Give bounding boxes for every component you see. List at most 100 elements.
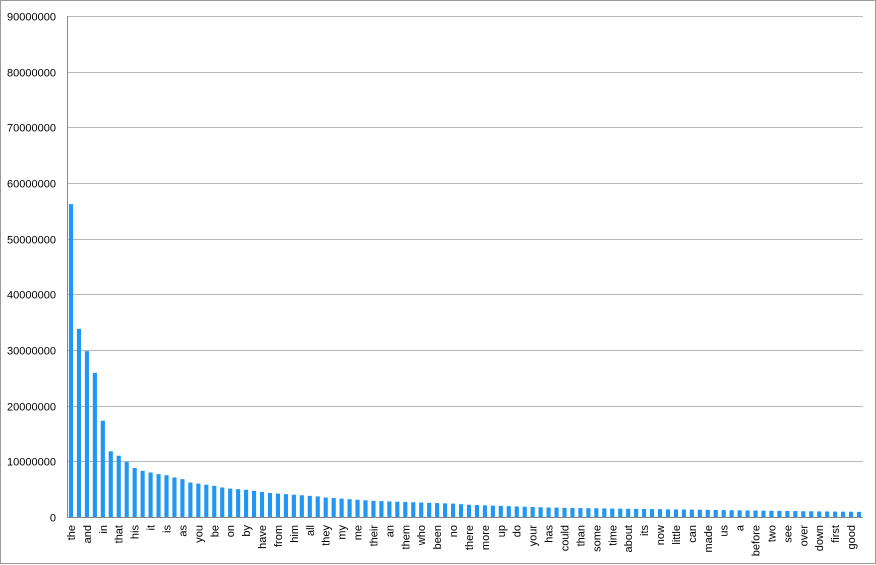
x-tick-label: him (289, 525, 301, 543)
bar-man (586, 508, 591, 517)
y-tick-label: 90000000 (7, 12, 56, 24)
bar-time (610, 508, 615, 517)
x-tick-label: could (560, 525, 572, 551)
bar-two (769, 510, 774, 517)
bar-must (745, 510, 750, 517)
bar-been (435, 503, 440, 517)
bar-about (626, 508, 631, 517)
bar-to (92, 372, 97, 517)
bar-no (450, 503, 456, 517)
bar-chart: 0 10000000 20000000 30000000 40000000 5000000… (7, 12, 863, 556)
bar-was (156, 474, 161, 517)
bar-this (299, 495, 304, 517)
x-tick-label: than (575, 525, 587, 546)
bar-great (793, 511, 798, 517)
bar-for (188, 482, 193, 517)
bar-upon (602, 508, 607, 517)
bar-other (649, 509, 655, 517)
x-tick-label: about (623, 525, 635, 553)
x-axis-tick-labels: the and in that his it is as you be on by have from hi… (66, 524, 858, 556)
bar-me (355, 499, 360, 517)
bar-a (108, 451, 113, 517)
bar-before (753, 510, 758, 517)
x-tick-label: my (337, 525, 349, 540)
x-tick-label: who (416, 525, 428, 546)
bar-but (220, 487, 225, 517)
bar-has (546, 507, 551, 517)
x-tick-label: do (512, 525, 524, 537)
chart-frame: 0 10000000 20000000 30000000 40000000 5000000… (0, 0, 876, 564)
bar-are (331, 498, 336, 517)
x-tick-label: us (719, 525, 731, 537)
x-tick-label: a (735, 524, 747, 531)
bar-or (395, 501, 400, 517)
bar-be (212, 485, 217, 517)
y-tick-label: 20000000 (7, 402, 56, 414)
bar-first (833, 511, 838, 517)
bar-said (474, 505, 480, 517)
bar-if (427, 502, 432, 517)
bar-out (538, 507, 543, 517)
x-tick-label: all (305, 525, 317, 536)
x-tick-label: it (146, 525, 158, 531)
bar-an (387, 501, 392, 517)
x-tick-label: its (639, 525, 651, 537)
y-tick-label: 0 (50, 513, 56, 525)
bar-they (323, 497, 328, 517)
x-tick-label: now (655, 525, 667, 545)
x-tick-label: they (321, 525, 333, 546)
bar-well (809, 511, 814, 517)
y-tick-label: 80000000 (7, 68, 56, 80)
bar-what (522, 506, 527, 517)
bar-by (244, 489, 249, 517)
axes (67, 16, 863, 518)
x-tick-label: have (257, 525, 269, 549)
x-tick-label: before (751, 525, 763, 556)
bar-made (705, 509, 710, 517)
bar-it (148, 472, 153, 517)
bar-over (801, 511, 806, 517)
bar-her (236, 489, 241, 517)
bar-them (403, 501, 408, 517)
y-tick-label: 70000000 (7, 123, 56, 135)
x-tick-label: an (384, 525, 396, 537)
x-tick-label: by (241, 525, 253, 537)
bar-I (124, 461, 129, 517)
bar-the (68, 204, 74, 517)
bar-only (618, 508, 623, 517)
x-tick-label: has (544, 525, 556, 543)
x-tick-label: is (162, 525, 174, 533)
bar-all (307, 495, 312, 517)
x-tick-label: no (448, 525, 460, 537)
bar-would (506, 506, 511, 517)
bar-little (673, 509, 679, 517)
bar-and (84, 351, 89, 517)
bar-his (132, 468, 137, 517)
bar-in (100, 420, 105, 517)
bar-so (363, 500, 368, 517)
bar-on (228, 488, 233, 517)
bar-may (681, 509, 686, 517)
bar-not (204, 484, 209, 517)
x-tick-label: see (782, 525, 794, 543)
bar-up (498, 505, 503, 517)
bar-him (291, 494, 296, 517)
y-axis-tick-labels: 0 10000000 20000000 30000000 40000000 5000000… (7, 12, 56, 525)
bar-from (275, 493, 281, 517)
bar-who (419, 502, 424, 517)
bar-can (689, 509, 694, 517)
bar-of (76, 328, 82, 517)
bar-some (594, 508, 599, 517)
bar-any (665, 509, 671, 517)
bar-do (514, 506, 519, 517)
bar-after (856, 511, 862, 517)
bar-your (530, 506, 535, 517)
bar-its (642, 508, 647, 517)
x-tick-label: their (368, 525, 380, 547)
bar-were (458, 504, 464, 517)
x-tick-label: the (66, 525, 78, 540)
x-tick-label: his (130, 525, 142, 540)
x-tick-label: in (98, 525, 110, 534)
bar-good (848, 511, 854, 517)
bars (68, 204, 862, 517)
